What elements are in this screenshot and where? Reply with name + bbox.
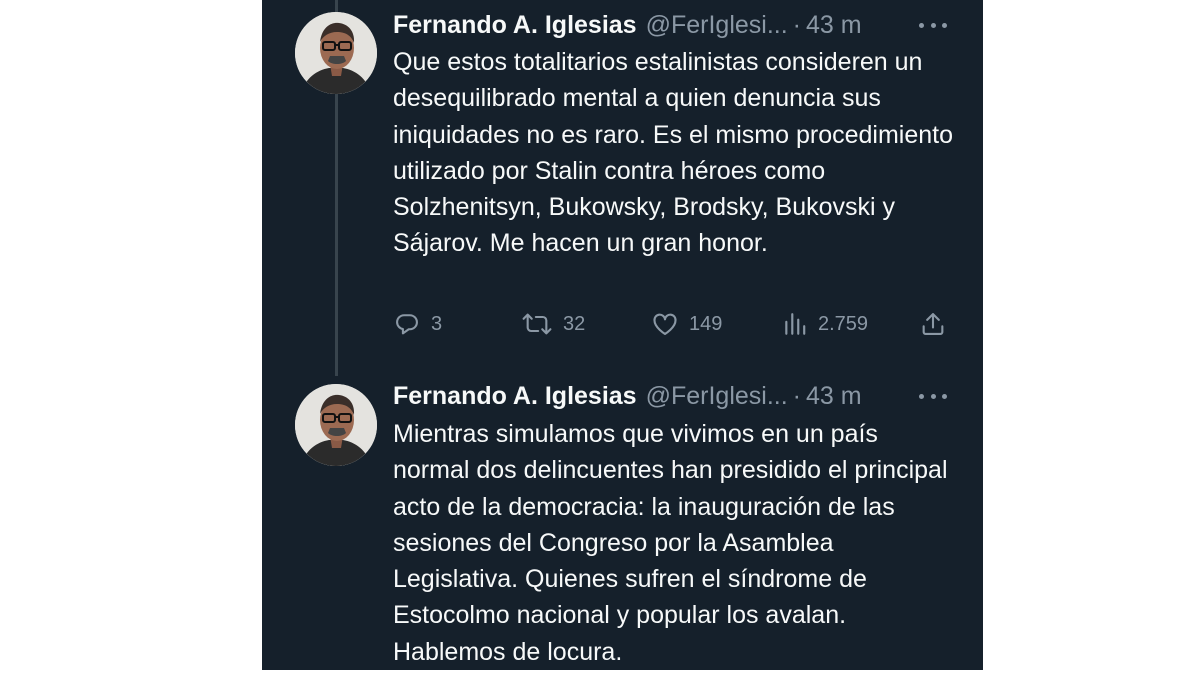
separator: · xyxy=(792,381,801,410)
author-name[interactable]: Fernando A. Iglesias xyxy=(393,11,637,40)
author-handle[interactable]: @FerIglesi... xyxy=(646,11,788,40)
like-count: 149 xyxy=(689,312,723,335)
views-count: 2.759 xyxy=(818,312,869,335)
more-options-icon[interactable] xyxy=(919,5,947,45)
tweet-text: Que estos totalitarios estalinistas cons… xyxy=(393,48,953,258)
separator: · xyxy=(792,10,801,39)
timestamp[interactable]: 43 m xyxy=(806,11,862,40)
like-icon xyxy=(651,310,679,338)
reply-count: 3 xyxy=(431,312,443,335)
timestamp[interactable]: 43 m xyxy=(806,382,862,411)
views-button[interactable]: 2.759 xyxy=(782,306,868,342)
avatar[interactable] xyxy=(295,12,377,94)
reply-icon xyxy=(393,310,421,338)
tweet-text: Mientras simulamos que vivimos en un paí… xyxy=(393,420,948,666)
tweet[interactable]: Fernando A. Iglesias @FerIglesi... · 43 … xyxy=(262,376,983,670)
more-options-icon[interactable] xyxy=(919,376,947,416)
author-name[interactable]: Fernando A. Iglesias xyxy=(393,382,637,411)
like-button[interactable]: 149 xyxy=(651,306,722,342)
retweet-button[interactable]: 32 xyxy=(521,306,585,342)
retweet-icon xyxy=(521,310,553,338)
reply-button[interactable]: 3 xyxy=(393,306,442,342)
views-icon xyxy=(782,310,808,338)
share-icon xyxy=(919,310,947,338)
tweet-actions: 3 32 149 2.759 xyxy=(393,306,953,342)
tweet[interactable]: Fernando A. Iglesias @FerIglesi... · 43 … xyxy=(262,0,983,376)
author-handle[interactable]: @FerIglesi... xyxy=(646,382,788,411)
tweet-thread-panel: Fernando A. Iglesias @FerIglesi... · 43 … xyxy=(262,0,983,670)
tweet-header: Fernando A. Iglesias @FerIglesi... · 43 … xyxy=(393,5,862,45)
share-button[interactable] xyxy=(919,306,947,342)
avatar[interactable] xyxy=(295,384,377,466)
retweet-count: 32 xyxy=(563,312,586,335)
tweet-header: Fernando A. Iglesias @FerIglesi... · 43 … xyxy=(393,376,862,416)
